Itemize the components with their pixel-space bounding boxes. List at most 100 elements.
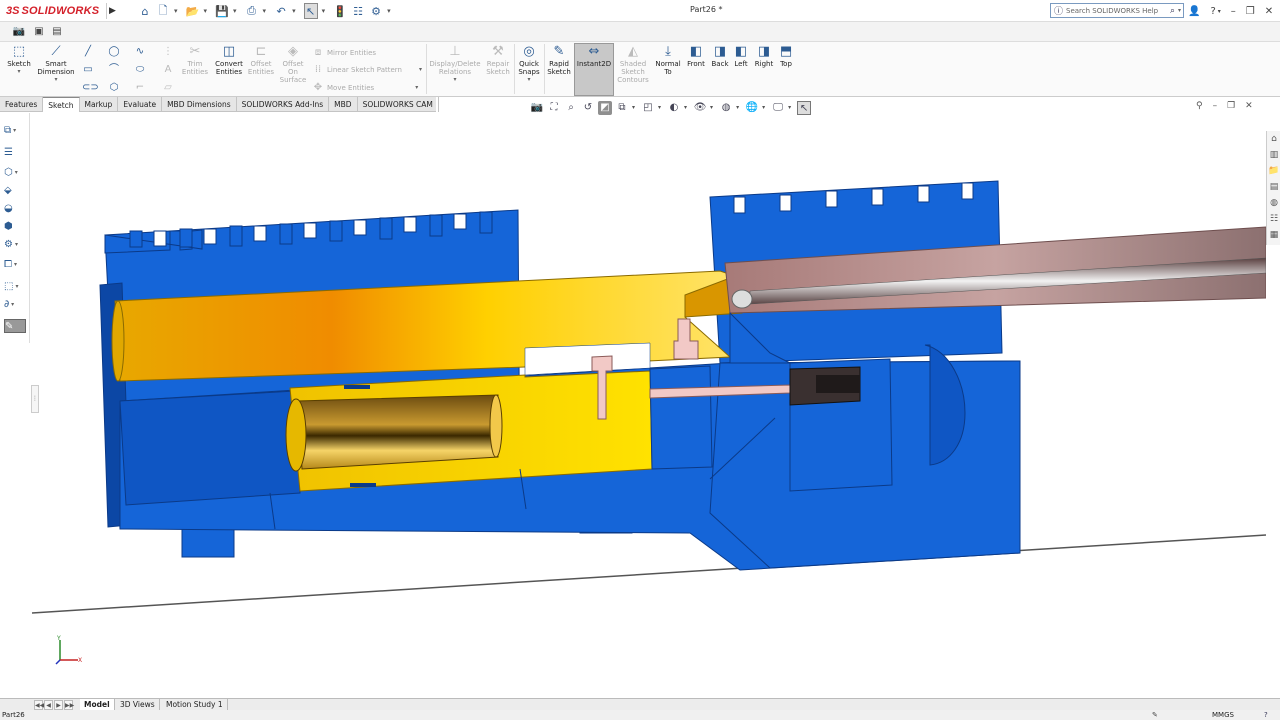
view-orientation-dropdown-icon[interactable]: ▾ [658, 104, 661, 111]
tab-solidworks-add-ins[interactable]: SOLIDWORKS Add-Ins [237, 97, 330, 112]
sketch-button[interactable]: ⬚ Sketch ▾ [4, 44, 34, 76]
file-properties-icon[interactable]: ☷ [351, 3, 365, 19]
custom-properties-icon[interactable]: ☷ [1268, 213, 1280, 226]
tab-mbd-dimensions[interactable]: MBD Dimensions [162, 97, 237, 112]
first-tab-icon[interactable]: ◀◀ [34, 700, 44, 710]
cam-tool-tree-icon[interactable]: ⧠ ▾ [4, 257, 26, 271]
display-style-dropdown-icon[interactable]: ▾ [684, 104, 687, 111]
view-settings-dropdown-icon[interactable]: ▾ [788, 104, 791, 111]
display-delete-relations-button[interactable]: ⊥ Display/Delete Relations ▾ [429, 44, 480, 84]
search-icon[interactable]: ⌕ [1170, 6, 1175, 16]
scene-dropdown-icon[interactable]: ▾ [762, 104, 765, 111]
units-indicator[interactable]: MMGS [1212, 710, 1234, 720]
dimxpert-icon[interactable]: ⬙ [4, 183, 26, 197]
tab-evaluate[interactable]: Evaluate [118, 97, 163, 112]
rectangle-icon[interactable]: ▭ [82, 64, 94, 76]
last-tab-icon[interactable]: ▶▶ [64, 700, 74, 710]
rebuild-icon[interactable]: 🚦 [333, 3, 347, 19]
solidworks-logo[interactable]: 3S SOLIDWORKS [6, 3, 99, 19]
open-icon[interactable]: 📂 [186, 3, 200, 19]
spline-icon[interactable]: ∿ [134, 46, 146, 58]
select-dropdown-icon[interactable]: ▾ [322, 7, 326, 15]
appearances-icon[interactable]: ◍ [1268, 197, 1280, 210]
tab-solidworks-cam[interactable]: SOLIDWORKS CAM [358, 97, 439, 112]
design-library-icon[interactable]: ▥ [1268, 149, 1280, 162]
solidworks-resources-icon[interactable]: ⌂ [1268, 133, 1280, 146]
annotation-dropdown-icon[interactable]: ▾ [632, 104, 635, 111]
right-view-button[interactable]: ◨ Right [752, 44, 776, 68]
help-icon[interactable]: ? [1210, 6, 1215, 17]
snaps-icon[interactable]: ∂ ▾ [4, 297, 26, 311]
menu-expand-icon[interactable]: ▶ [106, 3, 118, 19]
feature-manager-icon[interactable]: ⧉ ▾ [4, 123, 26, 137]
status-help-icon[interactable]: ? [1264, 710, 1268, 720]
quick-snaps-dropdown-icon[interactable]: ▾ [527, 76, 530, 84]
user-icon[interactable]: 👤 [1188, 6, 1200, 17]
home-icon[interactable]: ⌂ [138, 3, 152, 19]
tab-features[interactable]: Features [0, 97, 44, 112]
fillet-icon[interactable]: ⌐ [134, 82, 146, 94]
viewport-pin-icon[interactable]: ⚲ [1196, 101, 1203, 111]
slot-icon[interactable]: ⊂⊃ [82, 82, 99, 94]
layers-icon[interactable]: ▤ [50, 25, 64, 39]
line-icon[interactable]: ╱ [82, 46, 94, 58]
arc-icon[interactable]: ⌒ [108, 64, 120, 76]
circle-icon[interactable]: ◯ [108, 46, 120, 58]
file-explorer-icon[interactable]: 📁 [1268, 165, 1280, 178]
convert-entities-button[interactable]: ◫ Convert Entities [212, 44, 246, 76]
view-palette-icon[interactable]: ▤ [1268, 181, 1280, 194]
viewport-minimize-icon[interactable]: – [1213, 101, 1218, 111]
new-document-icon[interactable]: 🗋 [156, 3, 170, 19]
copy-settings-icon[interactable]: ▣ [32, 25, 46, 39]
sketch-tools-icon[interactable]: ⬚ ▾ [4, 279, 26, 293]
sketch-dropdown-icon[interactable]: ▾ [17, 68, 20, 76]
mirror-entities-button[interactable]: ⧈ Mirror Entities [312, 47, 376, 58]
property-manager-icon[interactable]: ☰ [4, 145, 26, 159]
viewport-close-icon[interactable]: ✕ [1245, 101, 1253, 111]
point-icon[interactable]: ⋮ [162, 46, 174, 58]
back-view-button[interactable]: ◨ Back [708, 44, 732, 68]
instant2d-button[interactable]: ⇔ Instant2D [574, 43, 614, 96]
next-tab-icon[interactable]: ▶ [54, 700, 63, 710]
help-dropdown-icon[interactable]: ▾ [1218, 8, 1221, 15]
normal-to-button[interactable]: ⤓ Normal To [654, 44, 682, 76]
search-dropdown-icon[interactable]: ▾ [1178, 7, 1181, 14]
cam-feature-tree-icon[interactable]: ⬢ [4, 219, 26, 233]
close-icon[interactable]: ✕ [1265, 6, 1273, 17]
search-help-input[interactable]: ⓘ Search SOLIDWORKS Help ⌕ ▾ [1050, 3, 1184, 18]
display-manager-icon[interactable]: ◒ [4, 201, 26, 215]
trim-entities-button[interactable]: ✂ Trim Entities [180, 44, 210, 76]
minimize-icon[interactable]: – [1231, 6, 1236, 17]
front-view-button[interactable]: ◧ Front [684, 44, 708, 68]
offset-on-surface-button[interactable]: ◈ Offset On Surface [278, 44, 308, 84]
options-dropdown-icon[interactable]: ▾ [387, 7, 391, 15]
restore-icon[interactable]: ❐ [1246, 6, 1255, 17]
tab-mbd[interactable]: MBD [329, 97, 358, 112]
prev-tab-icon[interactable]: ◀ [44, 700, 53, 710]
left-view-button[interactable]: ◧ Left [730, 44, 752, 68]
top-view-button[interactable]: ⬒ Top [776, 44, 796, 68]
hide-show-dropdown-icon[interactable]: ▾ [710, 104, 713, 111]
rebuild-status-icon[interactable]: ✎ [1152, 710, 1158, 720]
offset-entities-button[interactable]: ⊏ Offset Entities [246, 44, 276, 76]
move-entities-button[interactable]: ✥ Move Entities ▾ [312, 82, 418, 93]
instant2d-side-icon[interactable]: ✎ [4, 319, 26, 333]
tab-markup[interactable]: Markup [80, 97, 119, 112]
undo-dropdown-icon[interactable]: ▾ [292, 7, 296, 15]
rapid-sketch-button[interactable]: ✎ Rapid Sketch [546, 44, 572, 76]
open-dropdown-icon[interactable]: ▾ [204, 7, 208, 15]
text-icon[interactable]: A [162, 64, 174, 76]
linear-pattern-dropdown-icon[interactable]: ▾ [419, 66, 422, 73]
polygon-icon[interactable]: ⬡ [108, 82, 120, 94]
print-dropdown-icon[interactable]: ▾ [263, 7, 267, 15]
solidworks-forum-icon[interactable]: ▦ [1268, 229, 1280, 242]
configuration-manager-icon[interactable]: ⬡ ▾ [4, 165, 26, 179]
graphics-area[interactable] [30, 113, 1267, 698]
undo-icon[interactable]: ↶ [274, 3, 288, 19]
tab-sketch[interactable]: Sketch [43, 97, 80, 112]
appearance-dropdown-icon[interactable]: ▾ [736, 104, 739, 111]
move-dropdown-icon[interactable]: ▾ [415, 84, 418, 91]
select-icon[interactable]: ↖ [303, 3, 318, 19]
smart-dimension-dropdown-icon[interactable]: ▾ [54, 76, 57, 84]
save-dropdown-icon[interactable]: ▾ [233, 7, 237, 15]
